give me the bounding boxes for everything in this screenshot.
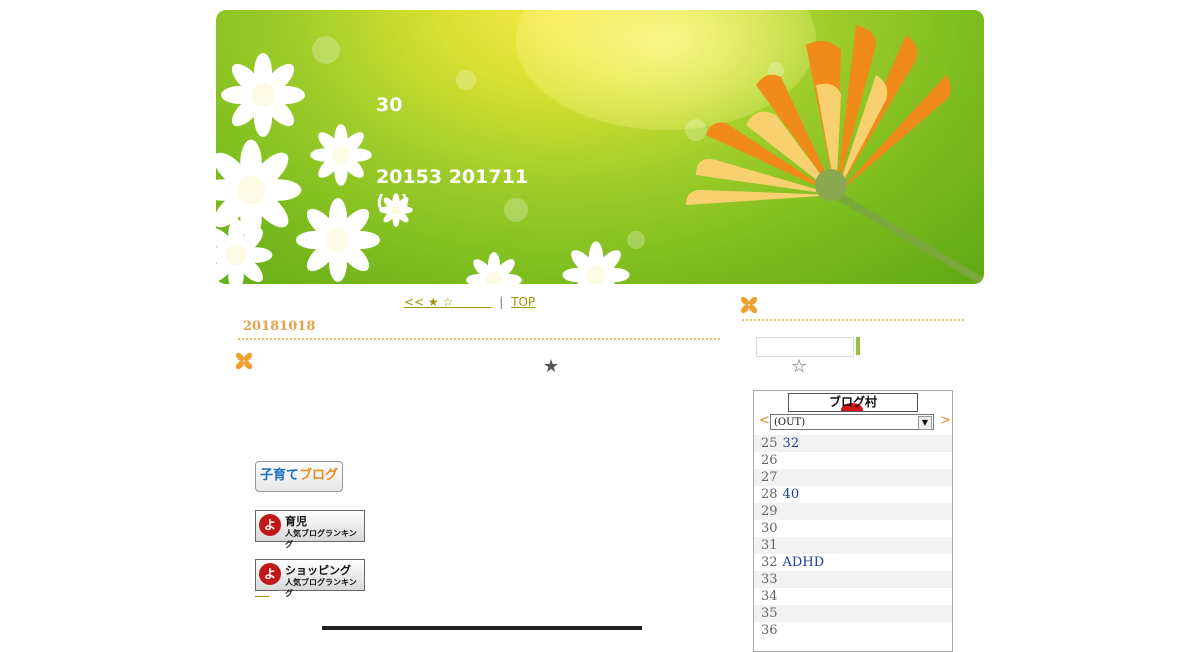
subtitle-line2: (~): [376, 191, 410, 213]
header-banner: 30 20153 201711 (~): [216, 10, 984, 284]
prev-post-link[interactable]: << ★ ☆: [404, 295, 453, 309]
shopping-badge-title: ショッピング: [285, 564, 351, 577]
blogmura-ranking-widget: ブログ村 < (OUT) ▼ > 25 32 26 27 28 40 29 30 3…: [753, 390, 953, 652]
sidebar-divider: [742, 319, 964, 321]
sidebar-flower-icon: [740, 296, 758, 314]
ranking-next-arrow[interactable]: >: [940, 413, 951, 428]
sidebar-star: ☆: [791, 356, 808, 377]
post-navigation: << ★ ☆ | TOP: [404, 295, 535, 309]
ikuji-badge-title: 育児: [285, 515, 307, 528]
ranking-number: 36: [761, 623, 778, 638]
ranking-row: 25 32: [754, 435, 952, 452]
chevron-down-icon[interactable]: ▼: [918, 416, 932, 430]
blog-title: 30: [376, 94, 403, 116]
ranking-row: 30: [754, 520, 952, 537]
ikuji-ranking-badge[interactable]: よ 育児 人気ブログランキング: [255, 510, 365, 549]
nav-separator: |: [499, 295, 504, 309]
kosodate-badge-text-a: 子育て: [259, 468, 299, 483]
ranking-link[interactable]: 40: [783, 487, 800, 502]
ranking-row: 32 ADHD: [754, 554, 952, 571]
blogmura-logo[interactable]: ブログ村: [788, 393, 918, 412]
ranking-number: 35: [761, 606, 778, 621]
post-date: 20181018: [243, 319, 316, 334]
ranking-link[interactable]: ADHD: [783, 555, 825, 570]
ranking-link[interactable]: 32: [783, 436, 800, 451]
ranking-number: 25: [761, 436, 778, 451]
ranking-row: 36: [754, 622, 952, 639]
ranking-number: 33: [761, 572, 778, 587]
ranking-row: 28 40: [754, 486, 952, 503]
search-button[interactable]: [856, 337, 860, 355]
ranking-number: 30: [761, 521, 778, 536]
kosodate-badge-text-b: ブログ: [299, 468, 339, 483]
search-input[interactable]: [756, 337, 854, 357]
ikuji-badge-sub: 人気ブログランキング: [285, 529, 357, 549]
ranking-number: 28: [761, 487, 778, 502]
ranking-row: 35: [754, 605, 952, 622]
ranking-number: 31: [761, 538, 778, 553]
subtitle-line1: 20153 201711: [376, 166, 529, 188]
post-date-divider: [238, 338, 720, 340]
shopping-ranking-badge[interactable]: よ ショッピング 人気ブログランキング: [255, 559, 365, 598]
ranking-number: 29: [761, 504, 778, 519]
blog-subtitle: 20153 201711 (~): [376, 165, 528, 215]
shopping-badge-sub: 人気ブログランキング: [285, 578, 357, 598]
ranking-category-select[interactable]: (OUT) ▼: [770, 414, 934, 430]
flower-icon: [235, 352, 253, 370]
top-link[interactable]: TOP: [511, 295, 535, 309]
ranking-row: 31: [754, 537, 952, 554]
ranking-number: 26: [761, 453, 778, 468]
post-image: [322, 626, 642, 630]
ranking-logo-icon: よ: [259, 563, 281, 585]
ranking-logo-icon: よ: [259, 514, 281, 536]
ranking-select-value: (OUT): [774, 417, 806, 428]
kosodate-blog-badge[interactable]: 子育てブログ: [255, 461, 343, 492]
ranking-number: 32: [761, 555, 778, 570]
small-link[interactable]: [255, 596, 269, 597]
ranking-row: 34: [754, 588, 952, 605]
blogmura-logo-text: ブログ村: [828, 395, 877, 409]
ranking-row: 27: [754, 469, 952, 486]
ranking-number: 34: [761, 589, 778, 604]
ranking-row: 26: [754, 452, 952, 469]
banner-artwork: [216, 25, 984, 284]
ranking-number: 27: [761, 470, 778, 485]
ranking-row: 29: [754, 503, 952, 520]
ranking-row: 33: [754, 571, 952, 588]
post-star: ★: [543, 356, 560, 377]
ranking-prev-arrow[interactable]: <: [759, 413, 770, 428]
prev-post-link-tail[interactable]: [453, 295, 491, 309]
ranking-list: 25 32 26 27 28 40 29 30 31 32 ADHD 33 34 35…: [754, 435, 952, 639]
